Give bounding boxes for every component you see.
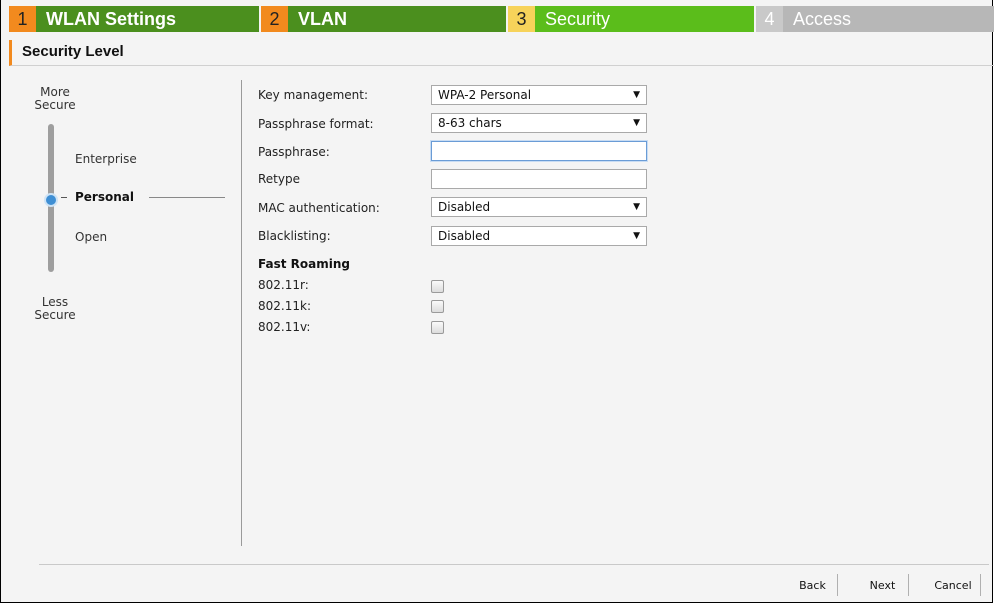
blacklisting-value: Disabled	[438, 229, 491, 243]
fast-roaming-80211v-label: 802.11v:	[258, 320, 311, 334]
chevron-down-icon: ▼	[633, 231, 640, 241]
key-management-select[interactable]: WPA-2 Personal ▼	[431, 85, 647, 105]
divider	[149, 197, 225, 198]
blacklisting-select[interactable]: Disabled ▼	[431, 226, 647, 246]
chevron-down-icon: ▼	[633, 202, 640, 212]
more-label-line2: Secure	[34, 98, 76, 112]
key-management-value: WPA-2 Personal	[438, 88, 532, 102]
more-secure-label: More Secure	[25, 86, 85, 112]
security-option-open[interactable]: Open	[75, 230, 107, 244]
step-number: 1	[9, 6, 36, 32]
passphrase-format-label: Passphrase format:	[258, 117, 374, 131]
fast-roaming-80211k-checkbox[interactable]	[431, 300, 444, 313]
less-label-line2: Secure	[34, 308, 76, 322]
less-secure-label: Less Secure	[25, 296, 85, 322]
tab-label: WLAN Settings	[46, 8, 176, 29]
blacklisting-label: Blacklisting:	[258, 229, 331, 243]
footer-divider	[39, 564, 989, 565]
step-number: 3	[508, 6, 535, 32]
tab-label: VLAN	[298, 8, 347, 29]
security-option-enterprise[interactable]: Enterprise	[75, 152, 137, 166]
fast-roaming-80211k-label: 802.11k:	[258, 299, 311, 313]
chevron-down-icon: ▼	[633, 118, 640, 128]
security-option-personal[interactable]: Personal	[75, 190, 134, 204]
retype-label: Retype	[258, 172, 300, 186]
mac-authentication-value: Disabled	[438, 200, 491, 214]
fast-roaming-80211r-label: 802.11r:	[258, 278, 309, 292]
fast-roaming-80211r-checkbox[interactable]	[431, 280, 444, 293]
key-management-label: Key management:	[258, 88, 368, 102]
wizard-steps: 1 WLAN Settings 2 VLAN 3 Security 4 Acce…	[9, 6, 994, 32]
passphrase-input[interactable]	[431, 141, 647, 161]
tab-vlan[interactable]: 2 VLAN	[261, 6, 506, 32]
tab-label: Access	[793, 8, 852, 29]
passphrase-format-select[interactable]: 8-63 chars ▼	[431, 113, 647, 133]
retype-input[interactable]	[431, 169, 647, 189]
vertical-divider	[241, 80, 242, 546]
passphrase-format-value: 8-63 chars	[438, 116, 502, 130]
next-button[interactable]: Next	[857, 574, 909, 596]
tab-label: Security	[545, 8, 611, 29]
slider-handle[interactable]	[44, 193, 58, 207]
wizard-window: 1 WLAN Settings 2 VLAN 3 Security 4 Acce…	[0, 0, 994, 603]
step-number: 2	[261, 6, 288, 32]
cancel-button[interactable]: Cancel	[926, 574, 981, 596]
mac-authentication-label: MAC authentication:	[258, 201, 380, 215]
back-button[interactable]: Back	[788, 574, 838, 596]
tab-access[interactable]: 4 Access	[756, 6, 994, 32]
section-title: Security Level	[9, 40, 994, 66]
tab-wlan-settings[interactable]: 1 WLAN Settings	[9, 6, 259, 32]
step-number: 4	[756, 6, 783, 32]
divider	[61, 197, 67, 198]
mac-authentication-select[interactable]: Disabled ▼	[431, 197, 647, 217]
tab-security[interactable]: 3 Security	[508, 6, 754, 32]
fast-roaming-80211v-checkbox[interactable]	[431, 321, 444, 334]
fast-roaming-title: Fast Roaming	[258, 257, 350, 271]
passphrase-label: Passphrase:	[258, 145, 330, 159]
chevron-down-icon: ▼	[633, 90, 640, 100]
